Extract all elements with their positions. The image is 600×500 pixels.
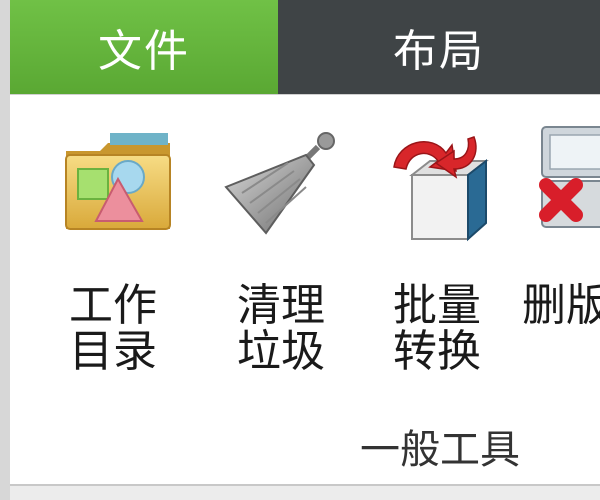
tab-layout-label: 布局: [393, 26, 485, 77]
batch-convert-button[interactable]: 批量 转换: [360, 119, 508, 389]
broom-icon: [224, 132, 335, 235]
clean-garbage-button[interactable]: 清理 垃圾: [198, 119, 346, 389]
delete-version-icon: [539, 126, 600, 228]
work-directory-button[interactable]: 工作 目录: [34, 119, 182, 389]
delete-version-label: 删版: [522, 280, 600, 331]
folder-shapes-icon: [65, 133, 171, 230]
tab-layout[interactable]: 布局: [278, 0, 600, 94]
group-label-general-tools: 一般工具: [360, 427, 520, 473]
clean-garbage-label: 清理 垃圾: [237, 280, 325, 377]
window-left-border: [0, 0, 10, 500]
tab-file[interactable]: 文件: [10, 0, 278, 94]
ribbon-panel: 工作 目录 清理 垃圾 批量 转换 删版 一般工具: [10, 94, 600, 485]
batch-convert-icon: [393, 136, 489, 242]
delete-version-button[interactable]: 删版: [522, 119, 600, 389]
ribbon-bottom-border: [10, 484, 600, 500]
ribbon-tab-bar: 文件 布局: [10, 0, 600, 94]
app-window: 文件 布局 工作 目录 清理 垃圾 批量 转换 删版 一般工具: [0, 0, 600, 500]
tab-file-label: 文件: [98, 26, 190, 77]
work-directory-label: 工作 目录: [69, 280, 157, 377]
batch-convert-label: 批量 转换: [393, 280, 481, 377]
